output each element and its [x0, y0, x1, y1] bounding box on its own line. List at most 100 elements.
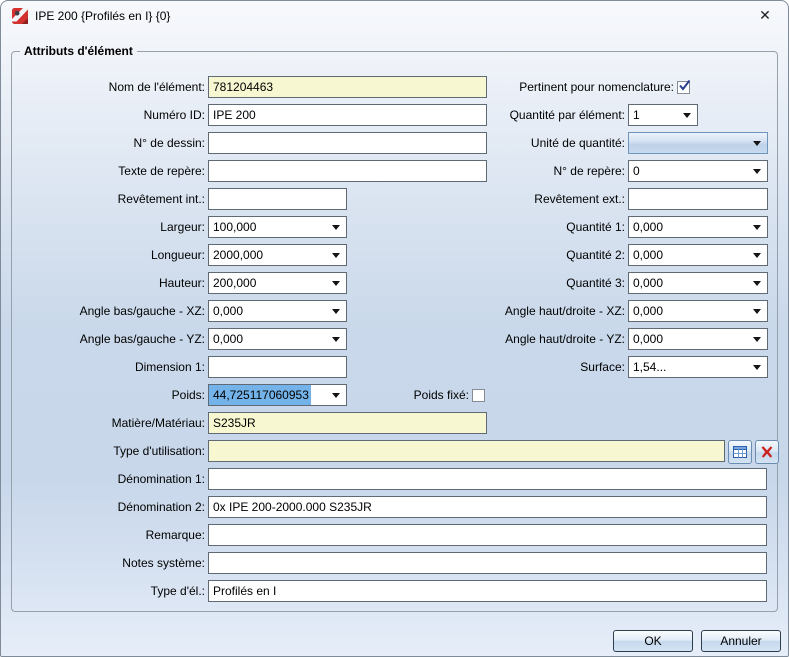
angle-haut-droite-yz-combo[interactable]: 0,000 [628, 328, 768, 350]
angle-haut-droite-yz-label: Angle haut/droite - YZ: [421, 328, 625, 350]
surface-label: Surface: [421, 356, 625, 378]
notes-systeme-label: Notes système: [15, 552, 205, 574]
quantite-1-combo[interactable]: 0,000 [628, 216, 768, 238]
dropdown-arrow-icon[interactable] [332, 225, 340, 230]
denomination-2-label: Dénomination 2: [15, 496, 205, 518]
numero-id-label: Numéro ID: [15, 104, 205, 126]
revetement-ext-label: Revêtement ext.: [421, 188, 625, 210]
quantite-2-label: Quantité 2: [421, 244, 625, 266]
dropdown-arrow-icon[interactable] [683, 113, 691, 118]
largeur-combo[interactable]: 100,000 [208, 216, 347, 238]
close-icon: ✕ [759, 8, 771, 24]
dropdown-arrow-icon[interactable] [753, 141, 761, 146]
matiere-materiau-input[interactable]: S235JR [208, 412, 487, 434]
dropdown-arrow-icon[interactable] [753, 309, 761, 314]
denomination-2-input[interactable]: 0x IPE 200-2000.000 S235JR [208, 496, 767, 518]
matiere-materiau-label: Matière/Matériau: [15, 412, 205, 434]
close-button[interactable]: ✕ [748, 3, 782, 29]
texte-repere-label: Texte de repère: [15, 160, 205, 182]
nom-element-value: 781204463 [209, 77, 486, 97]
denomination-1-input[interactable] [208, 468, 767, 490]
poids-value: 44,725117060953 [209, 385, 311, 405]
quantite-2-combo[interactable]: 0,000 [628, 244, 768, 266]
usage-type-table-button[interactable] [728, 440, 752, 464]
notes-systeme-input[interactable] [208, 552, 767, 574]
angle-bas-gauche-xz-combo[interactable]: 0,000 [208, 300, 347, 322]
usage-type-clear-button[interactable] [755, 440, 779, 464]
no-de-repere-value: 0 [629, 161, 767, 181]
hauteur-value: 200,000 [209, 273, 346, 293]
quantite-par-element-combo[interactable]: 1 [628, 104, 698, 126]
matiere-materiau-value: S235JR [209, 413, 486, 433]
angle-bas-gauche-yz-value: 0,000 [209, 329, 346, 349]
dropdown-arrow-icon[interactable] [753, 337, 761, 342]
unite-de-quantite-label: Unité de quantité: [421, 132, 625, 154]
unite-de-quantite-combo[interactable] [628, 132, 768, 154]
longueur-combo[interactable]: 2000,000 [208, 244, 347, 266]
angle-haut-droite-yz-value: 0,000 [629, 329, 767, 349]
no-de-repere-label: N° de repère: [421, 160, 625, 182]
titlebar[interactable]: IPE 200 {Profilés en I} {0} ✕ [1, 1, 788, 31]
pertinent-nomenclature-label: Pertinent pour nomenclature: [501, 76, 674, 98]
angle-haut-droite-xz-value: 0,000 [629, 301, 767, 321]
element-attributes-dialog: IPE 200 {Profilés en I} {0} ✕ Attributs … [0, 0, 789, 657]
dropdown-arrow-icon[interactable] [753, 365, 761, 370]
quantite-2-value: 0,000 [629, 245, 767, 265]
pertinent-nomenclature-checkbox[interactable] [677, 81, 690, 94]
denomination-2-value: 0x IPE 200-2000.000 S235JR [209, 497, 766, 517]
type-utilisation-input[interactable] [208, 440, 725, 462]
remarque-input[interactable] [208, 524, 767, 546]
cancel-button[interactable]: Annuler [701, 630, 781, 652]
table-icon [732, 444, 748, 460]
dropdown-arrow-icon[interactable] [753, 253, 761, 258]
dropdown-arrow-icon[interactable] [332, 309, 340, 314]
angle-bas-gauche-xz-label: Angle bas/gauche - XZ: [15, 300, 205, 322]
type-utilisation-label: Type d'utilisation: [15, 440, 205, 462]
poids-fixe-label: Poids fixé: [331, 384, 469, 406]
quantite-3-combo[interactable]: 0,000 [628, 272, 768, 294]
dropdown-arrow-icon[interactable] [332, 253, 340, 258]
longueur-value: 2000,000 [209, 245, 346, 265]
poids-combo[interactable]: 44,725117060953 [208, 384, 347, 406]
quantite-3-label: Quantité 3: [421, 272, 625, 294]
window-title: IPE 200 {Profilés en I} {0} [35, 1, 170, 31]
quantite-par-element-label: Quantité par élément: [421, 104, 625, 126]
surface-value: 1,54... [629, 357, 767, 377]
dimension-1-label: Dimension 1: [15, 356, 205, 378]
quantite-1-label: Quantité 1: [421, 216, 625, 238]
groupbox-title: Attributs d'élément [20, 44, 137, 58]
longueur-label: Longueur: [15, 244, 205, 266]
angle-bas-gauche-yz-label: Angle bas/gauche - YZ: [15, 328, 205, 350]
dropdown-arrow-icon[interactable] [753, 225, 761, 230]
hauteur-combo[interactable]: 200,000 [208, 272, 347, 294]
dimension-1-input[interactable] [208, 356, 347, 378]
angle-bas-gauche-yz-combo[interactable]: 0,000 [208, 328, 347, 350]
no-de-repere-combo[interactable]: 0 [628, 160, 768, 182]
nom-element-input[interactable]: 781204463 [208, 76, 487, 98]
dropdown-arrow-icon[interactable] [332, 337, 340, 342]
poids-fixe-checkbox[interactable] [472, 389, 485, 402]
largeur-value: 100,000 [209, 217, 346, 237]
angle-bas-gauche-xz-value: 0,000 [209, 301, 346, 321]
nom-element-label: Nom de l'élément: [15, 76, 205, 98]
angle-haut-droite-xz-label: Angle haut/droite - XZ: [421, 300, 625, 322]
poids-label: Poids: [15, 384, 205, 406]
ok-button[interactable]: OK [613, 630, 693, 652]
red-x-icon [759, 444, 775, 460]
quantite-3-value: 0,000 [629, 273, 767, 293]
surface-combo[interactable]: 1,54... [628, 356, 768, 378]
revetement-int-input[interactable] [208, 188, 347, 210]
checkmark-icon [678, 79, 691, 92]
remarque-label: Remarque: [15, 524, 205, 546]
hauteur-label: Hauteur: [15, 272, 205, 294]
angle-haut-droite-xz-combo[interactable]: 0,000 [628, 300, 768, 322]
dropdown-arrow-icon[interactable] [753, 169, 761, 174]
type-el-input[interactable]: Profilés en I [208, 580, 767, 602]
dropdown-arrow-icon[interactable] [753, 281, 761, 286]
revetement-int-label: Revêtement int.: [15, 188, 205, 210]
denomination-1-label: Dénomination 1: [15, 468, 205, 490]
revetement-ext-input[interactable] [628, 188, 768, 210]
type-el-label: Type d'él.: [15, 580, 205, 602]
app-logo-icon [12, 8, 28, 24]
dropdown-arrow-icon[interactable] [332, 281, 340, 286]
